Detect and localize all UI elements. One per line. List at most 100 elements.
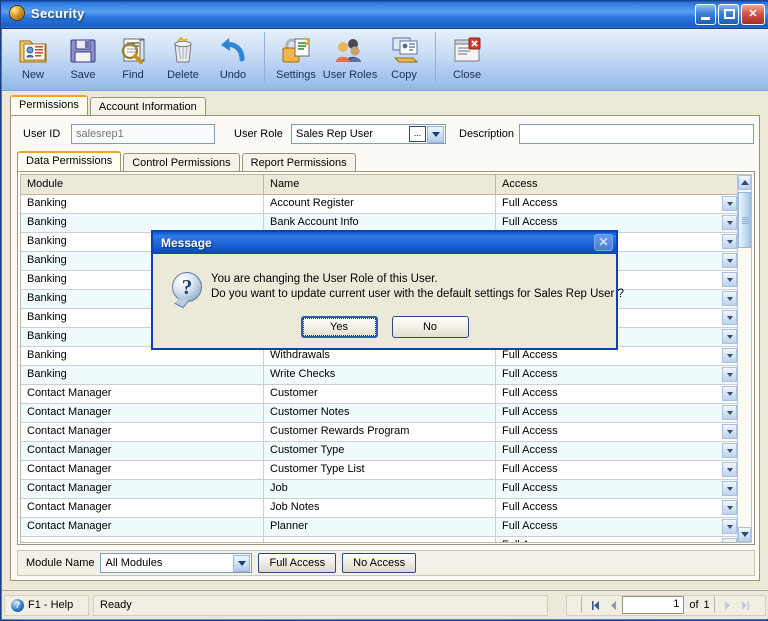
- table-row[interactable]: Contact Manager Customer Full Access: [21, 385, 739, 404]
- access-dropdown-button[interactable]: [722, 196, 737, 211]
- cell-name: Customer Notes: [264, 404, 496, 422]
- status-bar: ? F1 - Help Ready 1 of 1: [2, 590, 768, 619]
- toolbar-button-settings[interactable]: Settings: [271, 32, 321, 81]
- table-row[interactable]: Contact Manager Customer Notes Full Access: [21, 404, 739, 423]
- user-role-dropdown-button[interactable]: [427, 125, 444, 143]
- chevron-down-icon: [726, 201, 733, 206]
- access-dropdown-button[interactable]: [722, 386, 737, 401]
- maximize-button[interactable]: [718, 4, 739, 25]
- first-record-button[interactable]: [586, 596, 604, 615]
- chevron-down-icon: [726, 220, 733, 225]
- scrollbar-thumb[interactable]: [738, 192, 751, 248]
- tab-report-permissions-label: Report Permissions: [250, 157, 347, 169]
- dialog-close-button[interactable]: ✕: [594, 234, 613, 251]
- dialog-no-button[interactable]: No: [391, 316, 469, 338]
- table-row[interactable]: Contact Manager Customer Type List Full Ac…: [21, 461, 739, 480]
- toolbar-button-close[interactable]: Close: [442, 32, 492, 81]
- toolbar-label-close: Close: [452, 69, 482, 81]
- nav-separator: [581, 597, 583, 613]
- last-record-button[interactable]: [737, 596, 755, 615]
- toolbar-button-copy[interactable]: Copy: [379, 32, 429, 81]
- help-icon: ?: [11, 598, 24, 612]
- tab-permissions[interactable]: Permissions: [10, 95, 88, 116]
- table-row[interactable]: Full Access: [21, 537, 739, 542]
- tab-control-permissions[interactable]: Control Permissions: [123, 153, 240, 172]
- cell-access-value: Full Access: [502, 501, 558, 513]
- chevron-down-icon: [726, 239, 733, 244]
- no-access-button[interactable]: No Access: [342, 553, 417, 573]
- cell-access-value: Full Access: [502, 406, 558, 418]
- tab-account-information-label: Account Information: [98, 101, 197, 113]
- help-status-cell[interactable]: ? F1 - Help: [4, 594, 89, 616]
- table-row[interactable]: Contact Manager Planner Full Access: [21, 518, 739, 537]
- module-name-dropdown-button[interactable]: [233, 554, 251, 572]
- data-permissions-tab-strip: Data Permissions Control Permissions Rep…: [17, 151, 358, 172]
- cell-name: Job Notes: [264, 499, 496, 517]
- current-page-input[interactable]: 1: [622, 596, 685, 614]
- column-header-access[interactable]: Access: [496, 175, 739, 194]
- access-dropdown-button[interactable]: [722, 329, 737, 344]
- toolbar-button-save[interactable]: Save: [58, 32, 108, 81]
- access-dropdown-button[interactable]: [722, 234, 737, 249]
- access-dropdown-button[interactable]: [722, 348, 737, 363]
- toolbar-button-find[interactable]: Find: [108, 32, 158, 81]
- dialog-title-bar: Message ✕: [153, 232, 616, 254]
- grid-footer-bar: Module Name All Modules Full Access No A…: [17, 550, 755, 576]
- cell-module: Contact Manager: [21, 518, 264, 536]
- access-dropdown-button[interactable]: [722, 443, 737, 458]
- user-role-ellipsis-button[interactable]: ...: [409, 126, 426, 142]
- access-dropdown-button[interactable]: [722, 215, 737, 230]
- scroll-down-button[interactable]: [738, 527, 751, 542]
- access-dropdown-button[interactable]: [722, 405, 737, 420]
- column-header-name[interactable]: Name: [264, 175, 496, 194]
- access-dropdown-button[interactable]: [722, 272, 737, 287]
- cell-module: [21, 537, 264, 542]
- toolbar-button-delete[interactable]: Delete: [158, 32, 208, 81]
- close-icon: ✕: [748, 8, 758, 20]
- table-row[interactable]: Banking Write Checks Full Access: [21, 366, 739, 385]
- previous-record-button[interactable]: [604, 596, 622, 615]
- module-name-combo[interactable]: All Modules: [100, 553, 253, 573]
- tab-data-permissions[interactable]: Data Permissions: [17, 151, 122, 172]
- chevron-down-icon: [726, 467, 733, 472]
- access-dropdown-button[interactable]: [722, 500, 737, 515]
- permissions-tab-strip: Permissions Account Information: [10, 95, 208, 116]
- user-role-combo[interactable]: Sales Rep User ...: [291, 124, 446, 144]
- access-dropdown-button[interactable]: [722, 538, 737, 542]
- minimize-button[interactable]: [695, 4, 716, 25]
- full-access-button[interactable]: Full Access: [258, 553, 337, 573]
- grid-vertical-scrollbar[interactable]: [737, 174, 752, 543]
- toolbar-button-user-roles[interactable]: User Roles: [321, 32, 379, 81]
- table-row[interactable]: Contact Manager Job Notes Full Access: [21, 499, 739, 518]
- table-row[interactable]: Contact Manager Customer Type Full Access: [21, 442, 739, 461]
- access-dropdown-button[interactable]: [722, 253, 737, 268]
- access-dropdown-button[interactable]: [722, 519, 737, 534]
- next-record-button[interactable]: [719, 596, 737, 615]
- table-row[interactable]: Banking Account Register Full Access: [21, 195, 739, 214]
- tab-report-permissions[interactable]: Report Permissions: [241, 153, 356, 172]
- total-pages: 1: [703, 599, 710, 611]
- toolbar-button-new[interactable]: New: [8, 32, 58, 81]
- window-title: Security: [31, 5, 85, 21]
- scroll-up-button[interactable]: [738, 175, 751, 190]
- cell-access: Full Access: [496, 385, 739, 403]
- table-row[interactable]: Contact Manager Job Full Access: [21, 480, 739, 499]
- description-input[interactable]: [519, 124, 754, 144]
- table-row[interactable]: Contact Manager Customer Rewards Program F…: [21, 423, 739, 442]
- access-dropdown-button[interactable]: [722, 462, 737, 477]
- tab-permissions-label: Permissions: [19, 99, 79, 111]
- toolbar-button-undo[interactable]: Undo: [208, 32, 258, 81]
- access-dropdown-button[interactable]: [722, 310, 737, 325]
- access-dropdown-button[interactable]: [722, 424, 737, 439]
- cell-access-value: Full Access: [502, 368, 558, 380]
- user-id-input[interactable]: [71, 124, 215, 144]
- access-dropdown-button[interactable]: [722, 291, 737, 306]
- tab-data-permissions-label: Data Permissions: [26, 155, 113, 167]
- access-dropdown-button[interactable]: [722, 367, 737, 382]
- access-dropdown-button[interactable]: [722, 481, 737, 496]
- dialog-yes-button[interactable]: Yes: [300, 316, 378, 338]
- close-button[interactable]: ✕: [741, 4, 765, 25]
- chevron-down-icon: [726, 258, 733, 263]
- tab-account-information[interactable]: Account Information: [89, 97, 206, 116]
- column-header-module[interactable]: Module: [21, 175, 264, 194]
